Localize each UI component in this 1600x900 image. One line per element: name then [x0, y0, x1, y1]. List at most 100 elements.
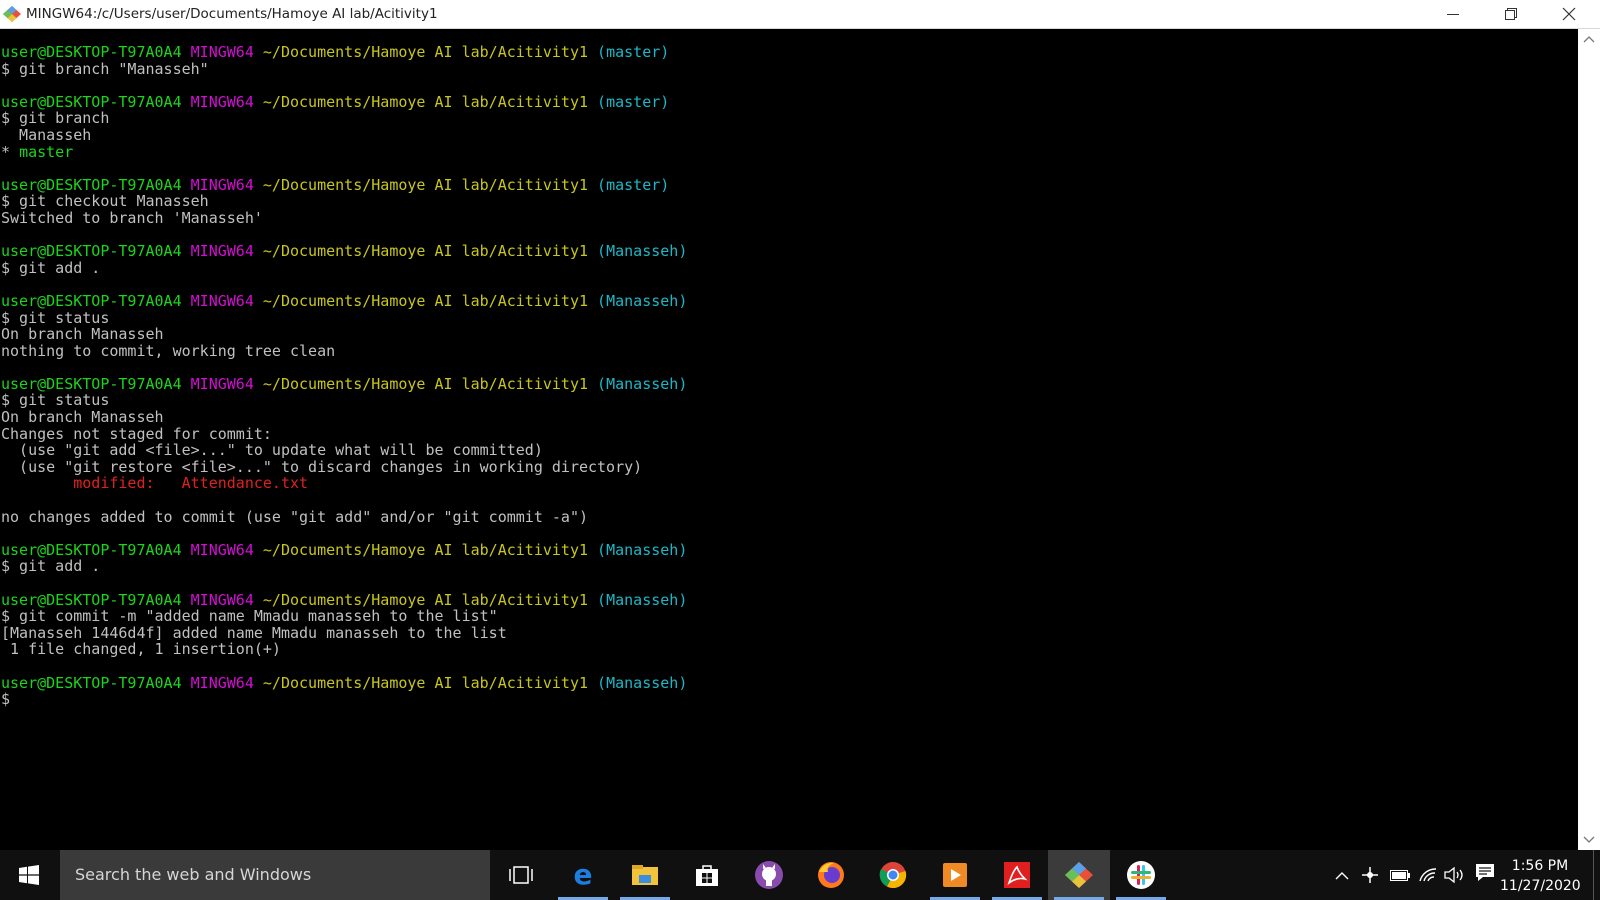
terminal-line: user@DESKTOP-T97A0A4 MINGW64 ~/Documents…: [1, 243, 687, 260]
minimize-icon: [1447, 14, 1459, 15]
search-box[interactable]: Search the web and Windows: [60, 850, 490, 900]
terminal-segment: modified: Attendance.txt: [1, 474, 309, 493]
terminal-line: user@DESKTOP-T97A0A4 MINGW64 ~/Documents…: [1, 673, 687, 692]
terminal-segment: (Manasseh): [597, 291, 688, 310]
terminal-segment: $ git add .: [1, 557, 101, 576]
terminal-segment: [182, 292, 191, 310]
close-button[interactable]: [1540, 0, 1598, 28]
terminal-line: $ git add .: [1, 258, 687, 277]
show-desktop-button[interactable]: [1593, 850, 1600, 900]
terminal-segment: nothing to commit, working tree clean: [1, 341, 336, 360]
terminal-segment: [182, 674, 191, 692]
terminal-segment: MINGW64: [190, 175, 254, 194]
terminal-segment: MINGW64: [190, 291, 254, 310]
media-player-button[interactable]: [924, 850, 986, 900]
scroll-down-icon[interactable]: [1583, 836, 1595, 844]
acrobat-button[interactable]: [986, 850, 1048, 900]
terminal-segment: [182, 43, 191, 61]
show-hidden-icons[interactable]: [1327, 850, 1357, 900]
chevron-up-icon: [1335, 871, 1349, 879]
terminal-segment: $ git add .: [1, 258, 101, 277]
terminal-line: nothing to commit, working tree clean: [1, 341, 687, 360]
slack-button[interactable]: [1110, 850, 1172, 900]
file-explorer-icon: [632, 865, 658, 885]
terminal-segment: ~/Documents/Hamoye AI lab/Acitivity1: [262, 540, 589, 559]
tray-volume[interactable]: [1440, 850, 1470, 900]
terminal-segment: user@DESKTOP-T97A0A4: [1, 374, 182, 393]
terminal-segment: [254, 375, 263, 393]
clock-date: 11/27/2020: [1500, 878, 1581, 894]
terminal-line: Manasseh: [1, 127, 687, 144]
terminal-segment: [588, 292, 597, 310]
terminal-segment: MINGW64: [190, 590, 254, 609]
terminal-line: $ git commit -m "added name Mmadu manass…: [1, 608, 687, 625]
github-desktop-icon: [755, 861, 783, 889]
tray-battery[interactable]: [1385, 850, 1415, 900]
terminal-segment: user@DESKTOP-T97A0A4: [1, 175, 182, 194]
terminal-segment: [254, 43, 263, 61]
terminal-segment: [588, 674, 597, 692]
system-clock[interactable]: 1:56 PM 11/27/2020: [1500, 856, 1581, 896]
chrome-button[interactable]: [862, 850, 924, 900]
start-button[interactable]: [0, 850, 58, 900]
search-placeholder: Search the web and Windows: [75, 865, 312, 884]
terminal-segment: ~/Documents/Hamoye AI lab/Acitivity1: [262, 590, 589, 609]
firefox-button[interactable]: [800, 850, 862, 900]
terminal-segment: Changes not staged for commit:: [1, 424, 272, 443]
terminal-segment: Switched to branch 'Manasseh': [1, 208, 263, 227]
terminal-line: user@DESKTOP-T97A0A4 MINGW64 ~/Documents…: [1, 44, 687, 61]
git-bash-icon: [1065, 862, 1093, 888]
restore-button[interactable]: [1482, 0, 1540, 28]
action-center-button[interactable]: [1475, 862, 1495, 886]
terminal-segment: no changes added to commit (use "git add…: [1, 507, 588, 526]
minimize-button[interactable]: [1424, 0, 1482, 28]
terminal-line: user@DESKTOP-T97A0A4 MINGW64 ~/Documents…: [1, 92, 687, 111]
battery-icon: [1390, 869, 1410, 881]
terminal-segment: [254, 93, 263, 111]
github-desktop-button[interactable]: [738, 850, 800, 900]
file-explorer-button[interactable]: [614, 850, 676, 900]
git-bash-button[interactable]: [1048, 850, 1110, 900]
vertical-scrollbar[interactable]: [1578, 29, 1600, 850]
terminal-segment: [182, 93, 191, 111]
acrobat-icon: [1004, 862, 1030, 888]
store-button[interactable]: [676, 850, 738, 900]
terminal-segment: [182, 176, 191, 194]
firefox-icon: [818, 862, 844, 888]
terminal-segment: [182, 242, 191, 260]
terminal-segment: (Manasseh): [597, 374, 688, 393]
terminal-segment: [182, 375, 191, 393]
terminal-segment: *: [1, 142, 20, 161]
terminal-line: (use "git add <file>..." to update what …: [1, 442, 687, 459]
task-view-button[interactable]: [490, 850, 552, 900]
notification-icon: [1476, 864, 1494, 881]
tray-network-share[interactable]: [1355, 850, 1385, 900]
terminal-segment: [588, 93, 597, 111]
terminal-segment: (master): [597, 43, 670, 61]
terminal-line: (use "git restore <file>..." to discard …: [1, 459, 687, 476]
terminal-line: $ git status: [1, 309, 687, 327]
terminal-line: On branch Manasseh: [1, 326, 687, 343]
edge-button[interactable]: e: [552, 850, 614, 900]
terminal-segment: $: [1, 690, 11, 709]
terminal-line: Changes not staged for commit:: [1, 424, 687, 443]
terminal-segment: [254, 242, 263, 260]
terminal-line: user@DESKTOP-T97A0A4 MINGW64 ~/Documents…: [1, 175, 687, 194]
tray-wifi[interactable]: [1413, 850, 1443, 900]
terminal-line: user@DESKTOP-T97A0A4 MINGW64 ~/Documents…: [1, 590, 687, 609]
terminal-segment: ~/Documents/Hamoye AI lab/Acitivity1: [262, 43, 589, 61]
terminal-segment: ~/Documents/Hamoye AI lab/Acitivity1: [262, 175, 589, 194]
terminal-segment: ~/Documents/Hamoye AI lab/Acitivity1: [262, 92, 589, 111]
terminal-segment: ~/Documents/Hamoye AI lab/Acitivity1: [262, 673, 589, 692]
window-titlebar[interactable]: MINGW64:/c/Users/user/Documents/Hamoye A…: [0, 0, 1600, 29]
scroll-up-icon[interactable]: [1583, 35, 1595, 43]
terminal-segment: MINGW64: [190, 43, 254, 61]
terminal-output[interactable]: user@DESKTOP-T97A0A4 MINGW64 ~/Documents…: [0, 29, 1578, 850]
clock-time: 1:56 PM: [1511, 858, 1569, 874]
